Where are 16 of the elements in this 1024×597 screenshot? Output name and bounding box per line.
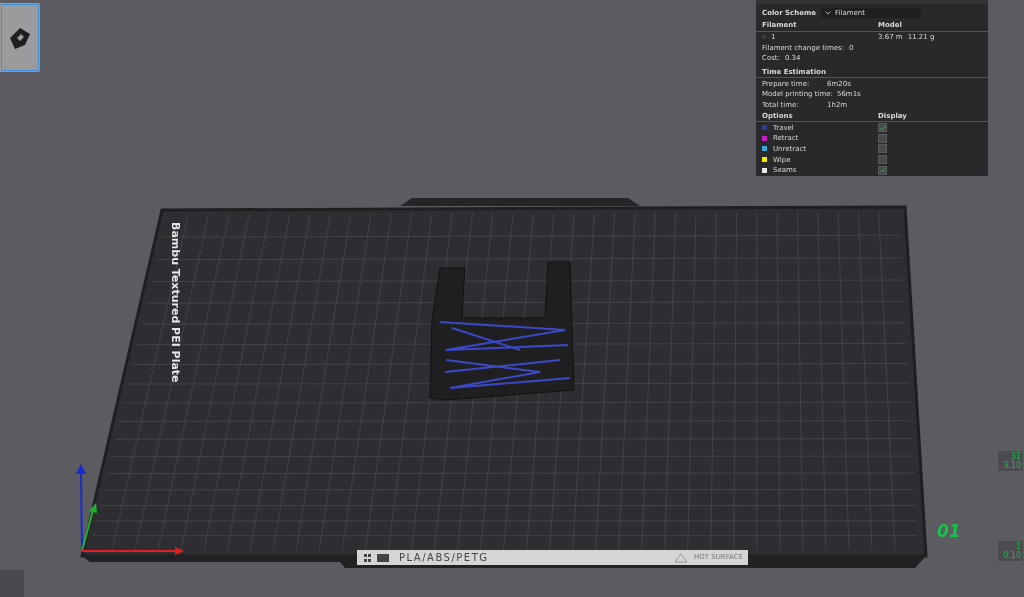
warning-icon <box>674 552 688 563</box>
y-axis-arrow <box>81 503 97 552</box>
display-checkbox[interactable] <box>878 133 887 143</box>
plate-thumbnail[interactable] <box>0 3 40 72</box>
display-checkbox[interactable] <box>878 155 887 165</box>
caret-icon <box>825 11 831 15</box>
display-checkbox[interactable] <box>878 123 887 133</box>
layer-height: 0.10 <box>1002 551 1021 560</box>
plate-number: 01 <box>937 521 961 541</box>
plate-materials: PLA/ABS/PETG <box>399 552 490 563</box>
display-checkbox[interactable] <box>878 144 887 154</box>
layer-height: 3.10 <box>1002 461 1021 470</box>
layer-number: 31 <box>1009 452 1021 461</box>
plate-label: Bambu Textured PEI Plate <box>168 222 182 383</box>
display-checkbox[interactable] <box>878 165 887 175</box>
layer-number: 1 <box>1014 542 1021 551</box>
